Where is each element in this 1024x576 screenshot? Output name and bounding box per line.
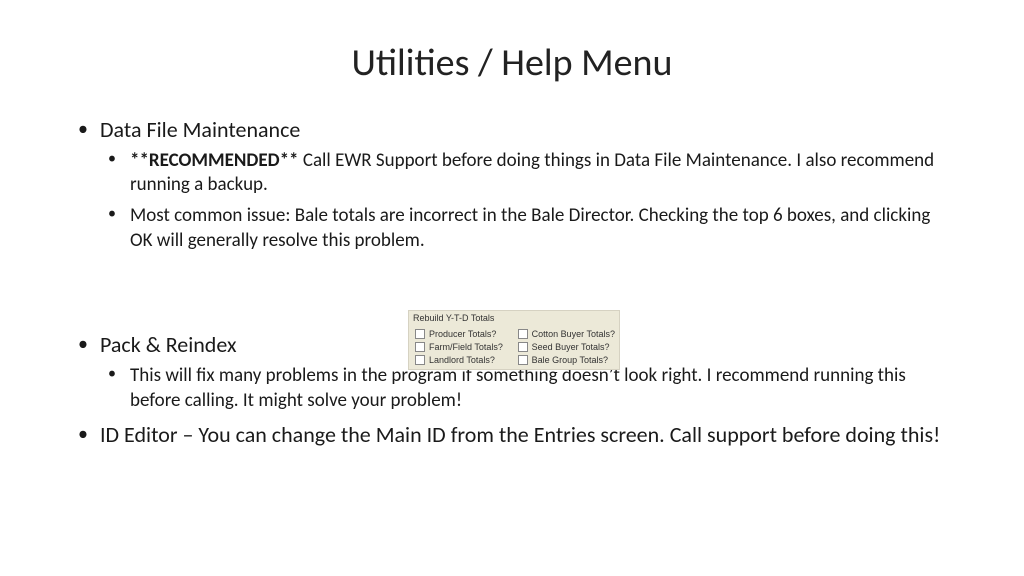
checkbox-icon (415, 329, 425, 339)
bullet-label: Data File Maintenance (100, 116, 300, 143)
checkbox-cotton-buyer-totals[interactable]: Cotton Buyer Totals? (518, 329, 615, 339)
panel-checkbox-grid: Producer Totals? Cotton Buyer Totals? Fa… (409, 327, 619, 369)
checkbox-icon (415, 355, 425, 365)
slide-title: Utilities / Help Menu (70, 40, 954, 86)
sub-list-pack: This will fix many problems in the progr… (100, 364, 954, 413)
checkbox-label: Landlord Totals? (429, 355, 495, 365)
sub-bullet-common-issue: Most common issue: Bale totals are incor… (130, 204, 954, 253)
sub-bullet-pack-text: This will fix many problems in the progr… (130, 364, 954, 413)
checkbox-seed-buyer-totals[interactable]: Seed Buyer Totals? (518, 342, 615, 352)
rebuild-ytd-panel: Rebuild Y-T-D Totals Producer Totals? Co… (408, 310, 620, 370)
recommended-prefix: **RECOMMENDED** (130, 149, 303, 172)
bullet-data-file-maintenance: Data File Maintenance **RECOMMENDED** Ca… (100, 116, 954, 253)
checkbox-label: Seed Buyer Totals? (532, 342, 610, 352)
bullet-id-editor: ID Editor – You can change the Main ID f… (100, 421, 954, 450)
checkbox-icon (518, 329, 528, 339)
main-bullet-list: Data File Maintenance **RECOMMENDED** Ca… (70, 116, 954, 450)
checkbox-icon (518, 355, 528, 365)
checkbox-label: Bale Group Totals? (532, 355, 608, 365)
checkbox-label: Farm/Field Totals? (429, 342, 503, 352)
checkbox-label: Producer Totals? (429, 329, 496, 339)
checkbox-bale-group-totals[interactable]: Bale Group Totals? (518, 355, 615, 365)
checkbox-landlord-totals[interactable]: Landlord Totals? (415, 355, 512, 365)
checkbox-icon (518, 342, 528, 352)
sub-list-dfm: **RECOMMENDED** Call EWR Support before … (100, 149, 954, 254)
bullet-label: Pack & Reindex (100, 331, 237, 358)
checkbox-label: Cotton Buyer Totals? (532, 329, 615, 339)
sub-bullet-recommended: **RECOMMENDED** Call EWR Support before … (130, 149, 954, 198)
panel-title: Rebuild Y-T-D Totals (409, 311, 619, 327)
checkbox-farm-field-totals[interactable]: Farm/Field Totals? (415, 342, 512, 352)
checkbox-icon (415, 342, 425, 352)
checkbox-producer-totals[interactable]: Producer Totals? (415, 329, 512, 339)
